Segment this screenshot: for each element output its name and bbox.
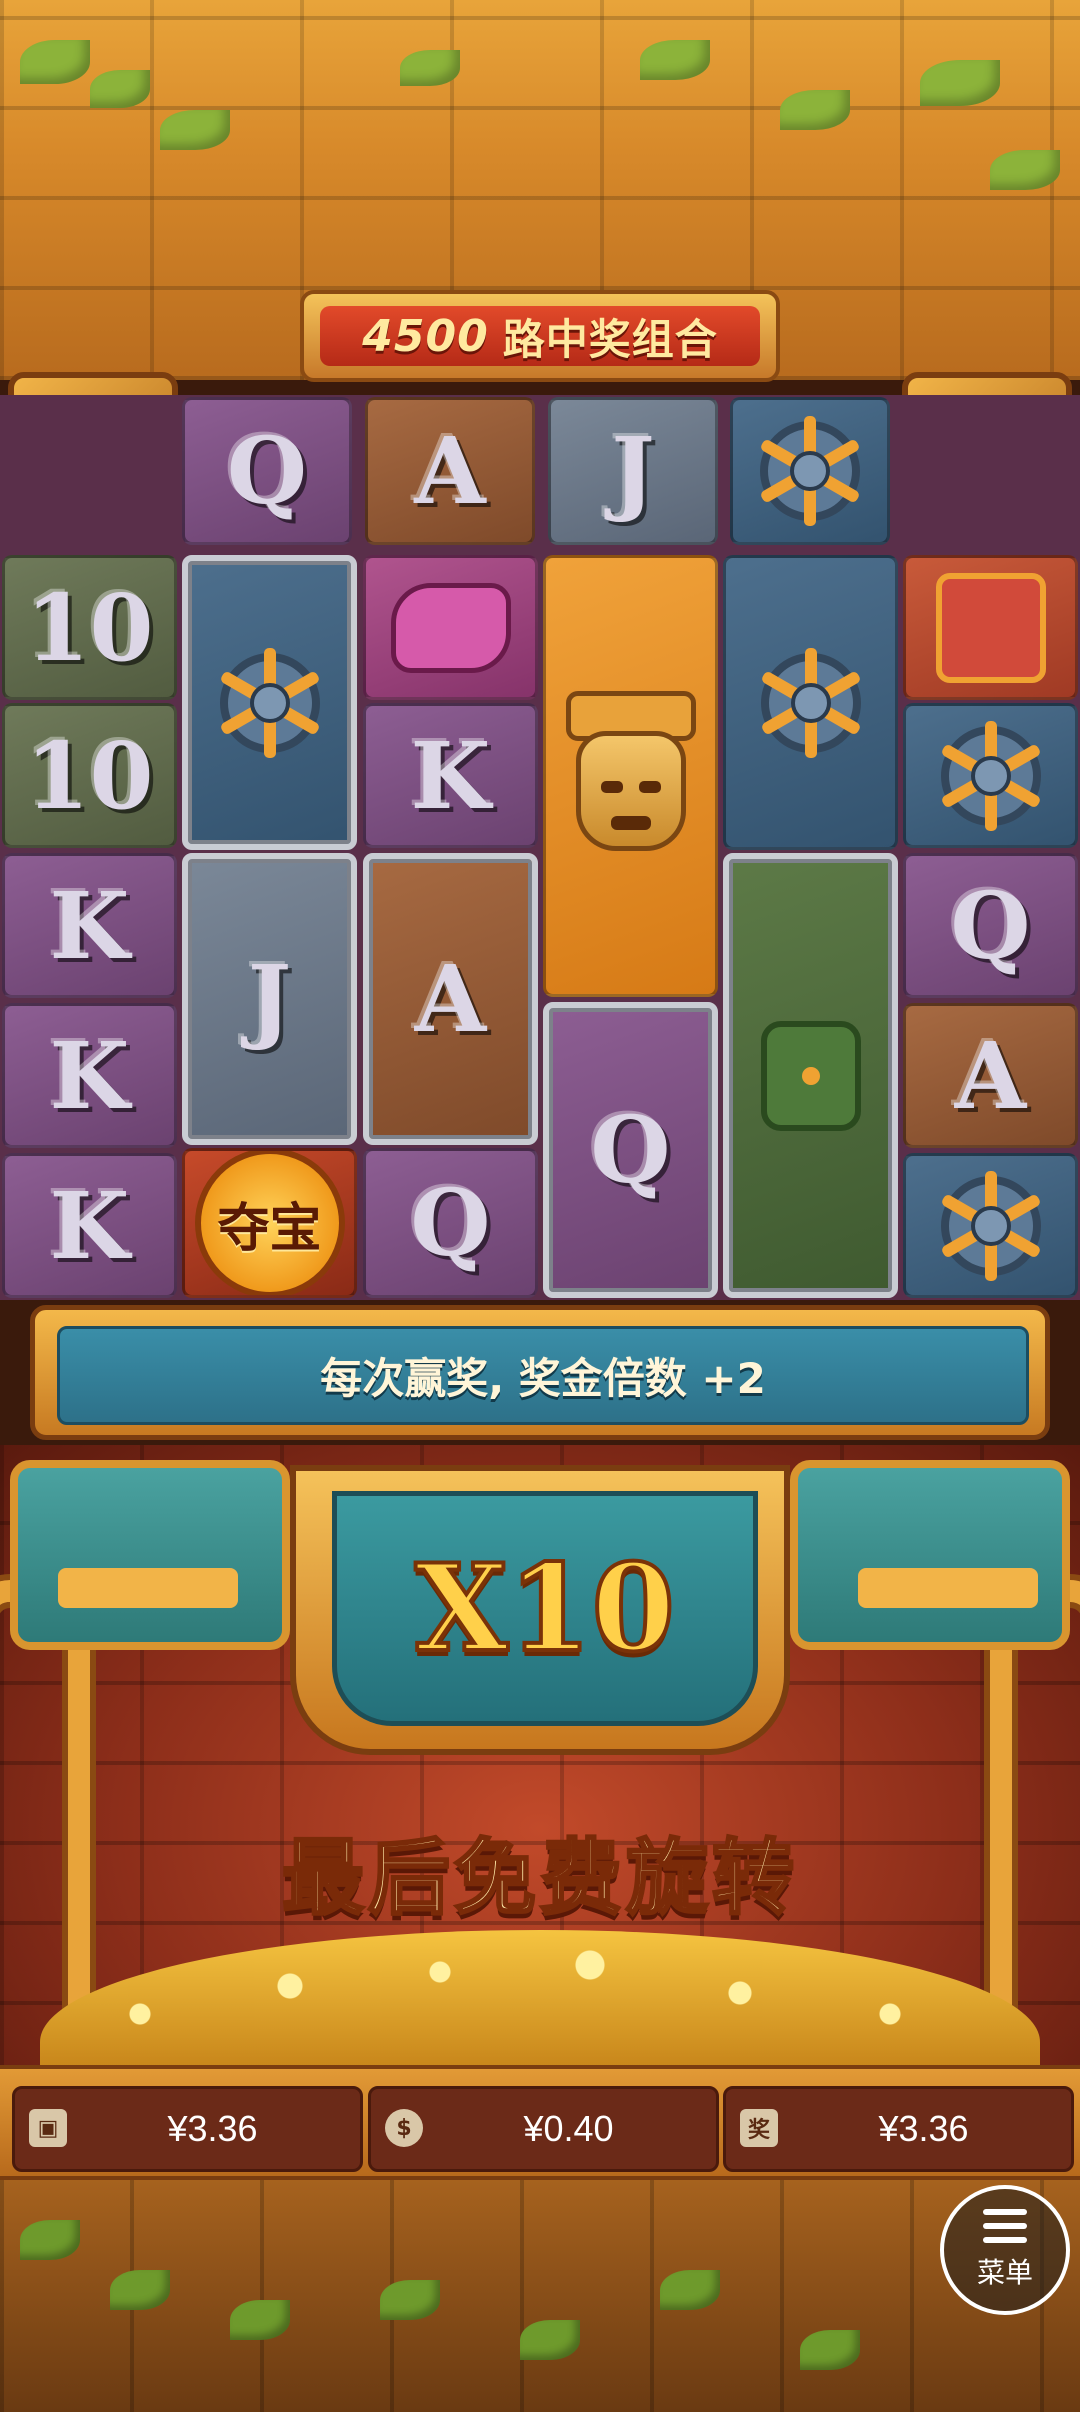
symbol-j: J bbox=[548, 397, 718, 545]
symbol-sun-disc bbox=[730, 397, 890, 545]
symbol-sun-disc bbox=[903, 703, 1078, 848]
bet-display: $ ¥0.40 bbox=[368, 2086, 719, 2172]
symbol-jade-idol-triple bbox=[723, 853, 898, 1298]
multiplier-frame: X10 bbox=[290, 1465, 790, 1755]
symbol-a: A bbox=[903, 1003, 1078, 1148]
sun-disc-icon bbox=[926, 711, 1056, 841]
ways-count: 4500 bbox=[362, 310, 489, 362]
symbol-sun-disc-double bbox=[723, 555, 898, 850]
leaf-icon bbox=[640, 40, 710, 80]
symbol-10: 10 bbox=[2, 555, 177, 700]
symbol-golden-mask-triple bbox=[543, 555, 718, 997]
serpent-ornament-right bbox=[790, 1460, 1070, 1650]
symbol-red-mask bbox=[903, 555, 1078, 700]
multiplier-plate: X10 bbox=[332, 1491, 758, 1726]
symbol-serpent-head bbox=[363, 555, 538, 700]
symbol-j-double: J bbox=[182, 853, 357, 1145]
symbol-a: A bbox=[365, 397, 535, 545]
scatter-treasure: 夺宝 bbox=[182, 1148, 357, 1298]
leaf-icon bbox=[380, 2280, 440, 2320]
multiplier-value: X10 bbox=[413, 1536, 677, 1681]
red-mask-icon bbox=[935, 572, 1046, 683]
symbol-q-double: Q bbox=[543, 1002, 718, 1298]
symbol-k: K bbox=[2, 853, 177, 998]
sun-disc-icon bbox=[746, 638, 876, 768]
symbol-q: Q bbox=[363, 1148, 538, 1298]
coin-stack-icon: $ bbox=[385, 2109, 423, 2147]
balance-display: ▣ ¥3.36 bbox=[12, 2086, 363, 2172]
leaf-icon bbox=[20, 2220, 80, 2260]
win-badge-icon: 奖 bbox=[740, 2109, 778, 2147]
leaf-icon bbox=[160, 110, 230, 150]
leaf-icon bbox=[400, 50, 460, 86]
wallet-icon: ▣ bbox=[29, 2109, 67, 2147]
sun-disc-icon bbox=[926, 1161, 1056, 1291]
symbol-q: Q bbox=[903, 853, 1078, 998]
symbol-k: K bbox=[2, 1003, 177, 1148]
leaf-icon bbox=[660, 2270, 720, 2310]
ways-banner-plate: 4500 路中奖组合 bbox=[320, 306, 760, 366]
leaf-icon bbox=[110, 2270, 170, 2310]
ways-label: 路中奖组合 bbox=[502, 314, 718, 364]
symbol-a-double: A bbox=[363, 853, 538, 1145]
symbol-10: 10 bbox=[2, 703, 177, 848]
menu-button[interactable]: 菜单 bbox=[940, 2185, 1070, 2315]
golden-mask-icon bbox=[556, 691, 706, 861]
symbol-k: K bbox=[2, 1153, 177, 1298]
symbol-sun-disc bbox=[903, 1153, 1078, 1298]
jungle-floor bbox=[0, 2180, 1080, 2412]
info-banner-text: 每次赢奖, 奖金倍数 +2 bbox=[57, 1326, 1029, 1425]
jade-idol-icon bbox=[760, 1020, 861, 1131]
win-value: ¥3.36 bbox=[878, 2108, 969, 2149]
status-bar: ▣ ¥3.36 $ ¥0.40 奖 ¥3.36 bbox=[0, 2065, 1080, 2180]
leaf-icon bbox=[920, 60, 1000, 106]
leaf-icon bbox=[520, 2320, 580, 2360]
leaf-icon bbox=[780, 90, 850, 130]
treasure-scatter-icon: 夺宝 bbox=[194, 1151, 345, 1295]
leaf-icon bbox=[230, 2300, 290, 2340]
scatter-label: 夺宝 bbox=[217, 1198, 322, 1259]
info-banner: 每次赢奖, 奖金倍数 +2 bbox=[30, 1305, 1050, 1440]
menu-icon bbox=[983, 2209, 1027, 2243]
sun-disc-icon bbox=[205, 638, 335, 768]
bet-value: ¥0.40 bbox=[523, 2108, 614, 2149]
symbol-k: K bbox=[363, 703, 538, 848]
leaf-icon bbox=[90, 70, 150, 108]
serpent-ornament-left bbox=[10, 1460, 290, 1650]
ways-banner: 4500 路中奖组合 bbox=[300, 290, 780, 382]
symbol-sun-disc-double bbox=[182, 555, 357, 850]
symbol-q: Q bbox=[182, 397, 352, 545]
win-display: 奖 ¥3.36 bbox=[723, 2086, 1074, 2172]
menu-label: 菜单 bbox=[976, 2256, 1033, 2289]
leaf-icon bbox=[20, 40, 90, 84]
sun-disc-icon bbox=[745, 406, 875, 536]
final-free-spin-text: 最后免费旋转 bbox=[280, 1829, 798, 1927]
balance-value: ¥3.36 bbox=[167, 2108, 258, 2149]
leaf-icon bbox=[990, 150, 1060, 190]
leaf-icon bbox=[800, 2330, 860, 2370]
serpent-head-icon bbox=[390, 582, 511, 673]
